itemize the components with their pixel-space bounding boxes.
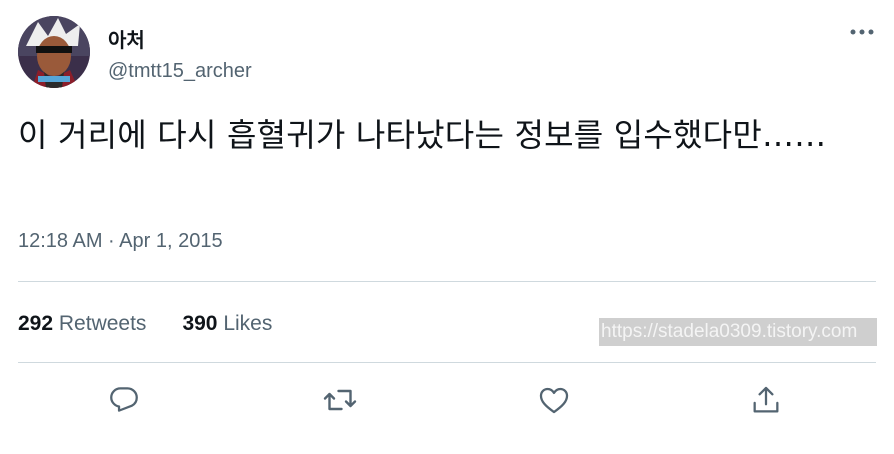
retweet-button[interactable] — [320, 380, 360, 420]
retweets-count: 292 — [18, 312, 54, 335]
reply-button[interactable] — [104, 380, 144, 420]
heart-icon — [539, 387, 569, 414]
divider — [18, 362, 876, 363]
likes-count: 390 — [182, 312, 218, 335]
like-button[interactable] — [534, 380, 574, 420]
display-name[interactable]: 아처 — [108, 24, 145, 53]
likes-stat[interactable]: 390 Likes — [182, 312, 272, 336]
tweet-text: 이 거리에 다시 흡혈귀가 나타났다는 정보를 입수했다만…… — [18, 116, 827, 154]
tweet-stats: 292 Retweets 390 Likes — [18, 312, 272, 336]
retweet-icon — [323, 389, 357, 411]
more-options-button[interactable] — [846, 20, 878, 44]
tweet-timestamp[interactable]: 12:18 AM · Apr 1, 2015 — [18, 230, 223, 253]
more-horizontal-icon — [850, 29, 874, 35]
avatar[interactable] — [18, 16, 90, 88]
user-handle[interactable]: @tmtt15_archer — [108, 60, 252, 83]
watermark: https://stadela0309.tistory.com — [599, 318, 877, 346]
share-button[interactable] — [746, 380, 786, 420]
divider — [18, 281, 876, 282]
reply-icon — [110, 387, 138, 412]
avatar-image — [18, 16, 90, 88]
likes-label: Likes — [223, 312, 273, 335]
retweets-label: Retweets — [58, 312, 147, 335]
share-icon — [753, 386, 779, 413]
retweets-stat[interactable]: 292 Retweets — [18, 312, 146, 336]
